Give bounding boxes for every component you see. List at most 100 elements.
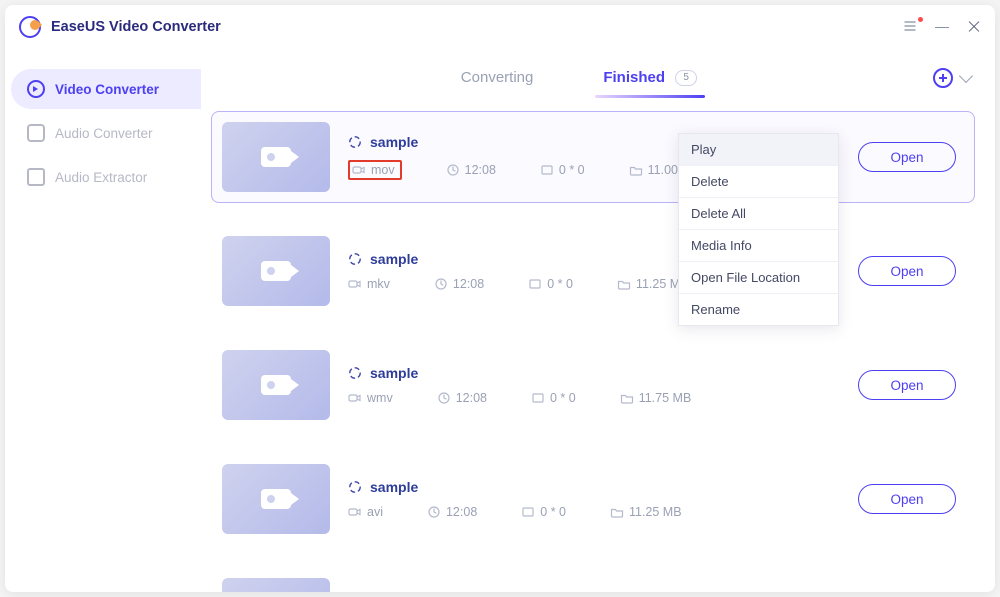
minimize-button[interactable]: [935, 20, 949, 34]
notification-dot-icon: [918, 17, 923, 22]
duration-value: 12:08: [465, 163, 496, 177]
video-thumbnail: [222, 578, 330, 592]
status-icon: [348, 135, 362, 149]
format-value: mov: [371, 163, 395, 177]
sidebar-item-label: Video Converter: [55, 82, 159, 97]
tab-count-badge: 5: [675, 70, 697, 86]
menu-icon[interactable]: [903, 19, 917, 36]
clock-icon: [446, 163, 460, 177]
file-meta: sample avi 12:08: [348, 479, 840, 519]
clock-icon: [434, 277, 448, 291]
video-icon: [261, 147, 291, 167]
folder-icon: [629, 163, 643, 177]
sidebar: Video Converter Audio Converter Audio Ex…: [5, 49, 201, 592]
dimensions-icon: [528, 277, 542, 291]
camera-small-icon: [348, 505, 362, 519]
context-menu-item[interactable]: Open File Location: [679, 262, 838, 294]
duration-value: 12:08: [453, 277, 484, 291]
file-row[interactable]: sample wmv 12:08: [211, 339, 975, 431]
file-row[interactable]: sample avi 12:08: [211, 453, 975, 545]
duration-field: 12:08: [434, 277, 484, 291]
context-menu-item[interactable]: Delete: [679, 166, 838, 198]
open-button[interactable]: Open: [858, 256, 956, 286]
sidebar-item-label: Audio Converter: [55, 126, 153, 141]
add-file-chevron-icon[interactable]: [959, 69, 973, 83]
dimensions-icon: [531, 391, 545, 405]
clock-icon: [427, 505, 441, 519]
camera-small-icon: [348, 391, 362, 405]
dimensions-icon: [540, 163, 554, 177]
context-menu-item[interactable]: Media Info: [679, 230, 838, 262]
video-icon: [261, 375, 291, 395]
audio-converter-icon: [27, 124, 45, 142]
folder-icon: [617, 277, 631, 291]
video-icon: [261, 489, 291, 509]
open-button[interactable]: Open: [858, 142, 956, 172]
video-thumbnail: [222, 236, 330, 306]
format-field: mov: [348, 160, 402, 180]
window-controls: [903, 19, 981, 36]
duration-value: 12:08: [446, 505, 477, 519]
context-menu-item[interactable]: Delete All: [679, 198, 838, 230]
dimensions-icon: [521, 505, 535, 519]
app-window: EaseUS Video Converter Video Converter A…: [5, 5, 995, 592]
tab-finished[interactable]: Finished 5: [603, 69, 697, 98]
file-list: sample mov 12:08: [201, 99, 995, 592]
file-meta: sample wmv 12:08: [348, 365, 840, 405]
tabs-bar: Converting Finished 5: [201, 49, 995, 99]
dimensions-field: 0 * 0: [531, 391, 576, 405]
app-title: EaseUS Video Converter: [51, 19, 221, 35]
dimensions-field: 0 * 0: [521, 505, 566, 519]
sidebar-item-video-converter[interactable]: Video Converter: [11, 69, 201, 109]
camera-small-icon: [348, 277, 362, 291]
file-name: sample: [370, 479, 418, 495]
file-row[interactable]: sample mp4 00:03: [211, 567, 975, 592]
duration-field: 12:08: [446, 163, 496, 177]
size-field: 11.75 MB: [620, 391, 692, 405]
context-menu: PlayDeleteDelete AllMedia InfoOpen File …: [678, 133, 839, 326]
file-row[interactable]: sample mov 12:08: [211, 111, 975, 203]
duration-field: 12:08: [437, 391, 487, 405]
titlebar: EaseUS Video Converter: [5, 5, 995, 49]
video-thumbnail: [222, 464, 330, 534]
tab-converting[interactable]: Converting: [461, 69, 534, 98]
context-menu-item[interactable]: Play: [679, 134, 838, 166]
file-row[interactable]: sample mkv 12:08: [211, 225, 975, 317]
dimensions-field: 0 * 0: [528, 277, 573, 291]
dimensions-value: 0 * 0: [559, 163, 585, 177]
open-button[interactable]: Open: [858, 370, 956, 400]
file-name: sample: [370, 251, 418, 267]
dimensions-field: 0 * 0: [540, 163, 585, 177]
folder-icon: [610, 505, 624, 519]
main-panel: Converting Finished 5: [201, 49, 995, 592]
video-thumbnail: [222, 350, 330, 420]
status-icon: [348, 366, 362, 380]
context-menu-item[interactable]: Rename: [679, 294, 838, 325]
sidebar-item-label: Audio Extractor: [55, 170, 147, 185]
dimensions-value: 0 * 0: [540, 505, 566, 519]
tab-label: Finished: [603, 69, 665, 86]
file-name: sample: [370, 365, 418, 381]
video-converter-icon: [27, 80, 45, 98]
size-value: 11.25 MB: [629, 505, 682, 519]
size-field: 11.25 MB: [610, 505, 682, 519]
status-icon: [348, 480, 362, 494]
video-icon: [261, 261, 291, 281]
dimensions-value: 0 * 0: [547, 277, 573, 291]
format-value: mkv: [367, 277, 390, 291]
duration-value: 12:08: [456, 391, 487, 405]
clock-icon: [437, 391, 451, 405]
close-button[interactable]: [967, 20, 981, 34]
format-field: avi: [348, 505, 383, 519]
format-value: avi: [367, 505, 383, 519]
duration-field: 12:08: [427, 505, 477, 519]
format-field: wmv: [348, 391, 393, 405]
tab-label: Converting: [461, 69, 534, 86]
video-thumbnail: [222, 122, 330, 192]
format-field: mkv: [348, 277, 390, 291]
add-file-button[interactable]: [933, 68, 953, 88]
open-button[interactable]: Open: [858, 484, 956, 514]
sidebar-item-audio-extractor[interactable]: Audio Extractor: [11, 157, 201, 197]
sidebar-item-audio-converter[interactable]: Audio Converter: [11, 113, 201, 153]
file-name: sample: [370, 134, 418, 150]
